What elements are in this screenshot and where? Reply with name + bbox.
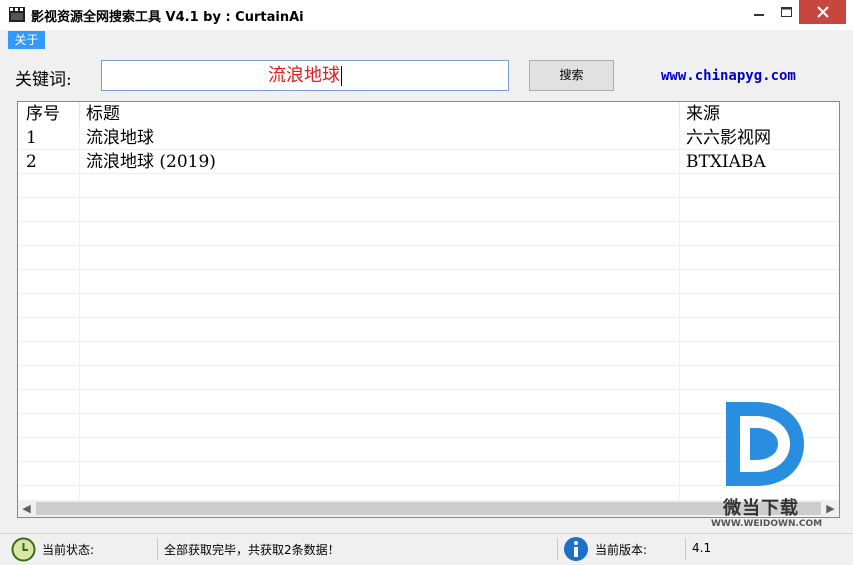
header-source[interactable]: 来源: [686, 102, 720, 126]
maximize-button[interactable]: [772, 0, 800, 24]
version-label: 当前版本:: [595, 543, 648, 557]
empty-row: [18, 174, 839, 198]
status-bar: 当前状态: 全部获取完毕，共获取2条数据！ 当前版本: 4.1: [0, 533, 853, 565]
status-divider: [685, 538, 686, 560]
empty-row: [18, 222, 839, 246]
empty-row: [18, 294, 839, 318]
table-row[interactable]: 1 流浪地球 六六影视网: [18, 126, 839, 150]
horizontal-scrollbar[interactable]: ◀ ▶: [18, 500, 839, 517]
watermark-url: WWW.WEIDOWN.COM: [711, 519, 823, 529]
info-icon: [564, 537, 588, 561]
cell-index: 1: [26, 128, 37, 148]
cell-title: 流浪地球: [86, 128, 154, 148]
close-button[interactable]: [799, 0, 846, 24]
clock-status-icon: [11, 537, 36, 562]
title-bar[interactable]: 影视资源全网搜索工具 V4.1 by : CurtainAi: [0, 0, 853, 30]
app-icon: [9, 7, 25, 22]
empty-row: [18, 270, 839, 294]
keyword-input[interactable]: 流浪地球: [101, 60, 509, 91]
empty-row: [18, 438, 839, 462]
empty-row: [18, 318, 839, 342]
table-row[interactable]: 2 流浪地球 (2019) BTXIABA: [18, 150, 839, 174]
empty-row: [18, 366, 839, 390]
scroll-thumb[interactable]: [36, 502, 821, 515]
empty-row: [18, 462, 839, 486]
weidown-logo: [726, 402, 804, 486]
status-divider: [557, 538, 558, 560]
cell-source: BTXIABA: [686, 152, 766, 172]
window-title: 影视资源全网搜索工具 V4.1 by : CurtainAi: [31, 10, 304, 25]
empty-row: [18, 414, 839, 438]
empty-row: [18, 390, 839, 414]
site-link[interactable]: www.chinapyg.com: [661, 68, 796, 84]
keyword-input-value: 流浪地球: [268, 65, 340, 86]
header-divider[interactable]: [79, 102, 80, 126]
empty-row: [18, 198, 839, 222]
menu-item-about[interactable]: 关于: [8, 31, 45, 49]
empty-row: [18, 342, 839, 366]
cell-title: 流浪地球 (2019): [86, 152, 216, 172]
cell-index: 2: [26, 152, 37, 172]
scroll-left-icon[interactable]: ◀: [18, 500, 35, 517]
close-icon: [816, 6, 829, 18]
header-title[interactable]: 标题: [86, 102, 120, 126]
keyword-label: 关键词:: [15, 70, 72, 90]
version-value: 4.1: [692, 541, 712, 555]
search-button[interactable]: 搜索: [529, 60, 614, 91]
scroll-right-icon[interactable]: ▶: [822, 500, 839, 517]
minimize-icon: [754, 14, 764, 16]
status-value: 全部获取完毕，共获取2条数据！: [164, 543, 340, 557]
empty-row: [18, 246, 839, 270]
results-list[interactable]: 序号 标题 来源 1 流浪地球 六六影视网 2 流浪地球 (2019) BTXI…: [17, 101, 840, 518]
watermark-name: 微当下载: [723, 498, 799, 519]
text-caret: [341, 66, 342, 86]
cell-source: 六六影视网: [686, 128, 771, 148]
maximize-icon: [780, 7, 792, 17]
status-divider: [157, 538, 158, 560]
menu-bar: [0, 30, 853, 50]
header-index[interactable]: 序号: [26, 102, 60, 126]
minimize-button[interactable]: [745, 0, 773, 24]
status-label: 当前状态:: [42, 543, 95, 557]
header-divider[interactable]: [679, 102, 680, 126]
app-window: 影视资源全网搜索工具 V4.1 by : CurtainAi 关于 关键词: 流…: [0, 0, 853, 565]
